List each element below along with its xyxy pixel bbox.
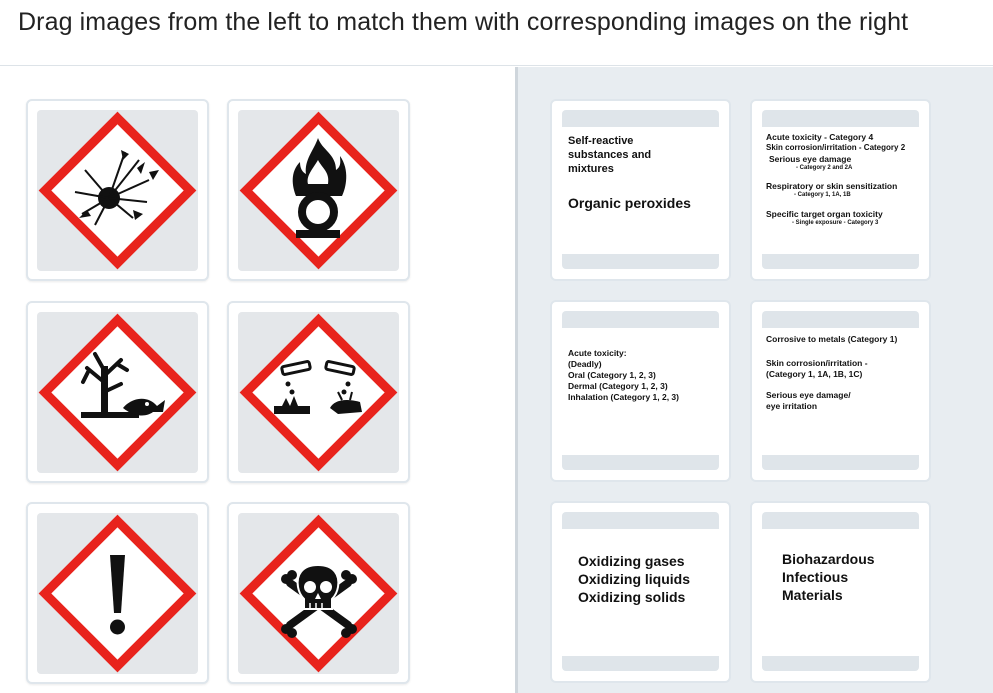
target-label: Corrosive to metals (Category 1) Skin co… [762,328,919,455]
skull-and-crossbones-icon [238,513,399,674]
corrosion-icon [238,312,399,473]
flame-over-circle-icon [238,110,399,271]
target-pane: Self-reactive substances and mixtures Or… [518,67,993,693]
draggable-pictogram-toxic[interactable] [227,502,410,684]
drop-target-acute-toxicity-deadly[interactable]: Acute toxicity: (Deadly) Oral (Category … [550,300,731,482]
draggable-pictogram-irritant[interactable] [26,502,209,684]
target-label: Oxidizing gases Oxidizing liquids Oxidiz… [562,529,719,656]
exploding-bomb-icon [37,110,198,271]
instruction-text: Drag images from the left to match them … [18,8,909,36]
drop-target-oxidizing[interactable]: Oxidizing gases Oxidizing liquids Oxidiz… [550,501,731,683]
exclamation-mark-icon [37,513,198,674]
draggable-pictogram-environment[interactable] [26,301,209,483]
pictogram-pane [0,67,516,693]
drop-target-biohazard[interactable]: Biohazardous Infectious Materials [750,501,931,683]
draggable-pictogram-corrosive[interactable] [227,301,410,483]
draggable-pictogram-oxidizer[interactable] [227,99,410,281]
instruction-header: Drag images from the left to match them … [0,0,993,66]
target-label: Acute toxicity - Category 4 Skin corrosi… [762,127,919,254]
drop-target-acute-toxicity-cat4[interactable]: Acute toxicity - Category 4 Skin corrosi… [750,99,931,281]
environment-icon [37,312,198,473]
target-label: Biohazardous Infectious Materials [762,529,919,656]
target-label: Acute toxicity: (Deadly) Oral (Category … [562,328,719,455]
draggable-pictogram-explosive[interactable] [26,99,209,281]
target-label: Self-reactive substances and mixtures Or… [562,127,719,254]
drop-target-corrosive[interactable]: Corrosive to metals (Category 1) Skin co… [750,300,931,482]
drop-target-self-reactive[interactable]: Self-reactive substances and mixtures Or… [550,99,731,281]
